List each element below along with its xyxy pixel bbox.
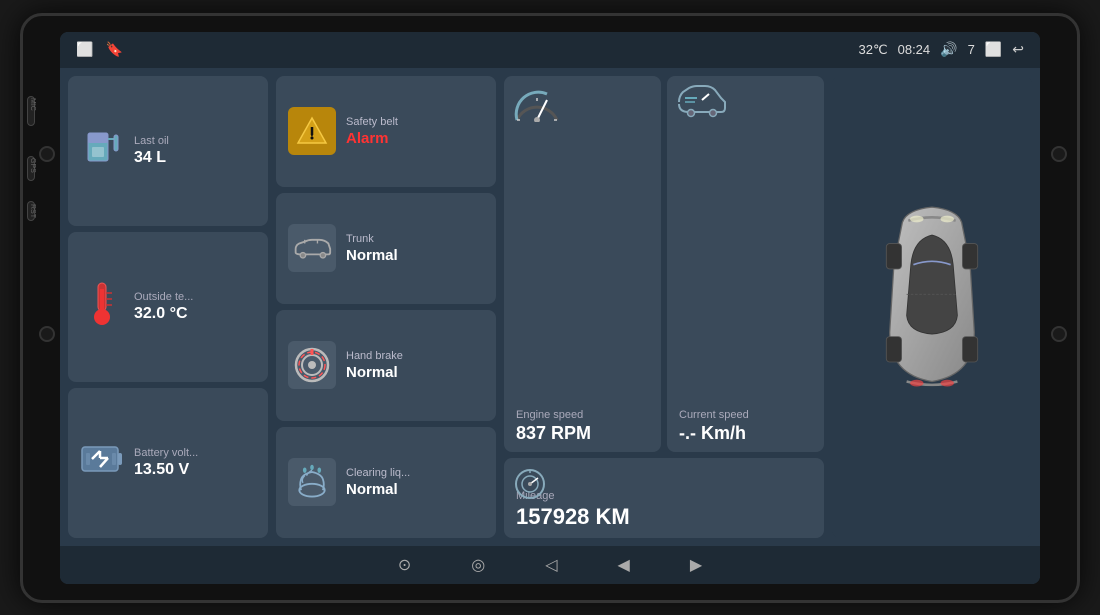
mount-hole-top-left <box>39 146 55 162</box>
temp-info: Outside te... 32.0 °C <box>134 291 193 323</box>
washer-icon <box>288 458 336 506</box>
engine-speed-card: Engine speed 837 RPM <box>504 76 661 452</box>
temp-label: Outside te... <box>134 291 193 303</box>
fuel-card: Last oil 34 L <box>68 76 268 226</box>
nav-android-button[interactable]: ◎ <box>471 555 485 575</box>
trunk-value: Normal <box>346 247 398 264</box>
nav-status-icon: 🔖 <box>105 41 122 58</box>
mileage-label: Mileage <box>516 490 812 502</box>
nav-back-button[interactable]: ◁ <box>545 555 557 575</box>
status-left: ⬜ 🔖 <box>76 41 123 58</box>
mic-label: MIC <box>29 98 36 111</box>
current-speed-card: Current speed -.- Km/h <box>667 76 824 452</box>
hand-brake-info: Hand brake Normal <box>346 350 403 381</box>
mileage-card: Mileage 157928 KM <box>504 458 824 538</box>
status-right: 32℃ 08:24 🔊 7 ⬜ ↩ <box>859 41 1024 58</box>
right-top: Engine speed 837 RPM <box>504 76 824 452</box>
battery-card: Battery volt... 13.50 V <box>68 388 268 538</box>
volume-level: 7 <box>968 42 975 57</box>
middle-panel: ! Safety belt Alarm <box>276 76 496 538</box>
time-display: 08:24 <box>898 42 931 57</box>
hand-brake-label: Hand brake <box>346 350 403 362</box>
nav-home-button[interactable]: ⊙ <box>398 555 411 575</box>
speed-icon <box>675 82 729 123</box>
battery-icon <box>80 441 124 484</box>
status-bar: ⬜ 🔖 32℃ 08:24 🔊 7 ⬜ ↩ <box>60 32 1040 68</box>
temperature-display: 32℃ <box>859 42 888 58</box>
clearing-liquid-value: Normal <box>346 481 410 498</box>
battery-value: 13.50 V <box>134 461 198 479</box>
trunk-label: Trunk <box>346 233 398 245</box>
hand-brake-tile: Hand brake Normal <box>276 310 496 421</box>
car-area <box>832 76 1032 538</box>
fuel-info: Last oil 34 L <box>134 135 169 167</box>
rst-label: RST <box>29 204 36 218</box>
device-outer: MIC MIC GPS RST ⬜ 🔖 32℃ 08:24 🔊 7 ⬜ ↩ <box>20 13 1080 603</box>
trunk-info: Trunk Normal <box>346 233 398 264</box>
safety-belt-tile: ! Safety belt Alarm <box>276 76 496 187</box>
nav-volume-down-button[interactable]: ◀ <box>618 555 630 575</box>
mount-hole-top-right <box>1051 146 1067 162</box>
temperature-card: Outside te... 32.0 °C <box>68 232 268 382</box>
bottom-nav: ⊙ ◎ ◁ ◀ ▶ <box>60 546 1040 584</box>
engine-speed-label: Engine speed <box>516 409 649 421</box>
fuel-value: 34 L <box>134 149 169 167</box>
nav-volume-up-button[interactable]: ▶ <box>690 555 702 575</box>
brake-icon <box>288 341 336 389</box>
engine-speed-value: 837 RPM <box>516 423 649 444</box>
clearing-liquid-info: Clearing liq... Normal <box>346 467 410 498</box>
safety-belt-value: Alarm <box>346 130 398 147</box>
hand-brake-value: Normal <box>346 364 403 381</box>
temp-value: 32.0 °C <box>134 305 193 323</box>
volume-icon: 🔊 <box>940 41 957 58</box>
car-top-view <box>852 197 1012 417</box>
car-side-icon <box>288 224 336 272</box>
right-panel: Engine speed 837 RPM <box>504 76 824 538</box>
main-content: Last oil 34 L <box>60 68 1040 546</box>
clearing-liquid-tile: Clearing liq... Normal <box>276 427 496 538</box>
fuel-icon <box>80 125 124 176</box>
clearing-liquid-label: Clearing liq... <box>346 467 410 479</box>
mount-hole-bottom-right <box>1051 326 1067 342</box>
gps-label: GPS <box>29 158 36 173</box>
fuel-label: Last oil <box>134 135 169 147</box>
home-status-icon: ⬜ <box>76 41 93 58</box>
safety-belt-info: Safety belt Alarm <box>346 116 398 147</box>
mount-hole-bottom-left <box>39 326 55 342</box>
left-panel: Last oil 34 L <box>68 76 268 538</box>
safety-belt-label: Safety belt <box>346 116 398 128</box>
current-speed-label: Current speed <box>679 409 812 421</box>
mileage-value: 157928 KM <box>516 504 812 530</box>
window-icon: ⬜ <box>985 41 1002 58</box>
odometer-icon <box>512 466 548 507</box>
battery-label: Battery volt... <box>134 447 198 459</box>
screen: ⬜ 🔖 32℃ 08:24 🔊 7 ⬜ ↩ <box>60 32 1040 584</box>
back-status-icon: ↩ <box>1012 41 1024 58</box>
speedometer-icon <box>512 82 562 127</box>
warning-icon: ! <box>288 107 336 155</box>
current-speed-value: -.- Km/h <box>679 423 812 444</box>
battery-info: Battery volt... 13.50 V <box>134 447 198 479</box>
trunk-tile: Trunk Normal <box>276 193 496 304</box>
thermometer-icon <box>80 279 124 334</box>
